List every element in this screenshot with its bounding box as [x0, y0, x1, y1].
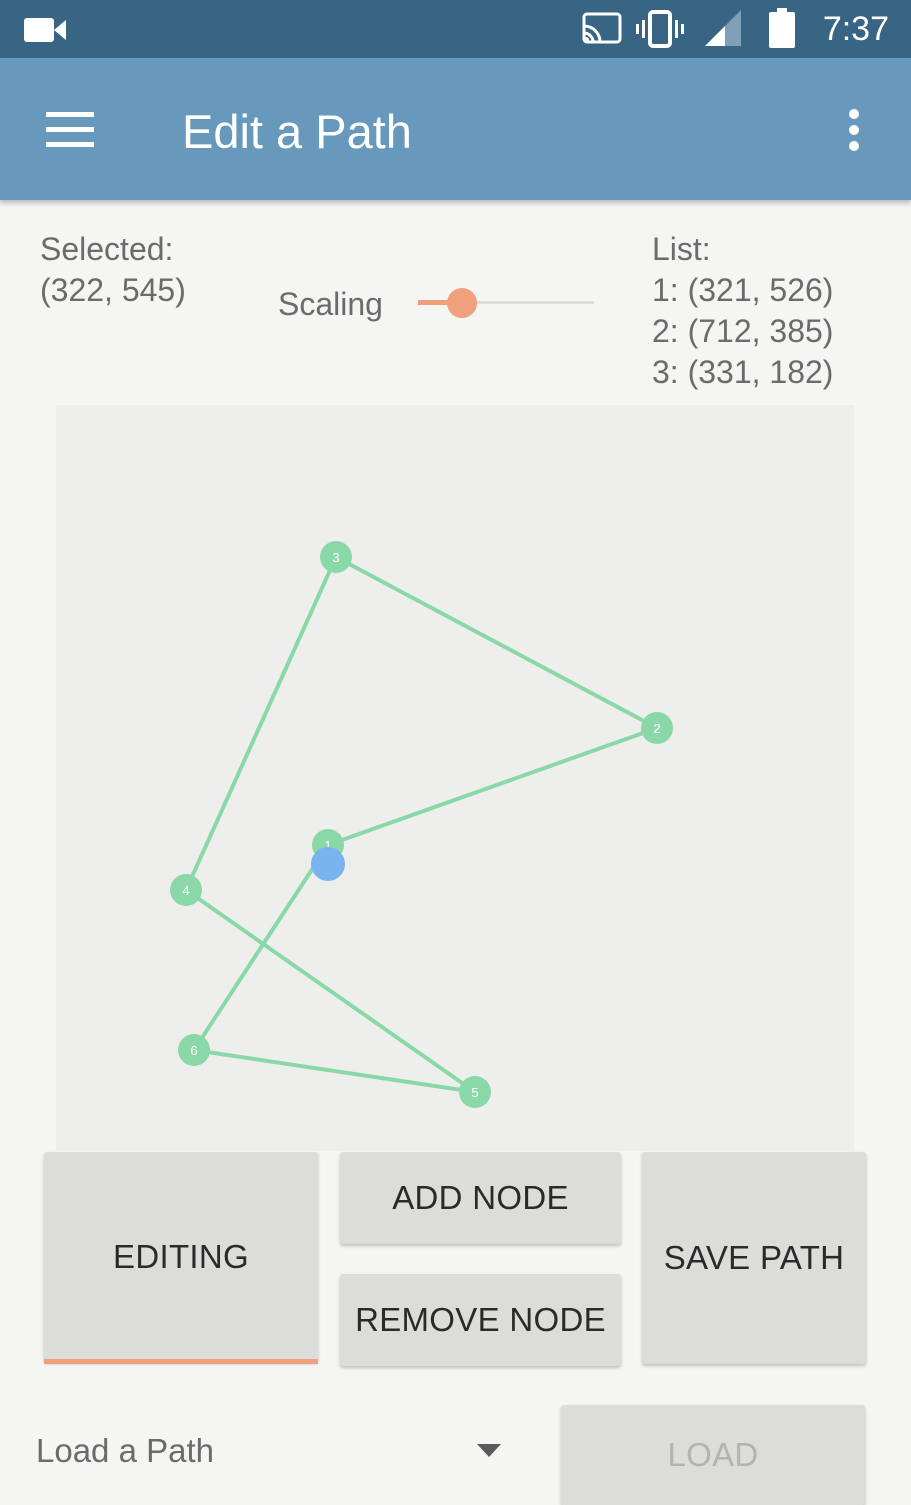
path-drawing[interactable]: 123456 — [56, 405, 854, 1151]
scaling-slider[interactable] — [418, 284, 594, 322]
selected-node-marker[interactable] — [311, 847, 345, 881]
path-node-label: 4 — [182, 883, 189, 898]
editing-label: EDITING — [113, 1238, 249, 1275]
cell-signal-icon — [705, 10, 741, 46]
page-title: Edit a Path — [182, 105, 412, 158]
selected-value: (322, 545) — [40, 272, 186, 308]
editing-button[interactable]: EDITING — [44, 1152, 318, 1362]
status-time: 7:37 — [822, 10, 889, 48]
node-list: List: 1: (321, 526) 2: (712, 385) 3: (33… — [652, 229, 833, 393]
path-node-label: 3 — [332, 550, 339, 565]
battery-icon — [769, 8, 795, 48]
add-node-button[interactable]: ADD NODE — [340, 1152, 621, 1244]
path-node-label: 6 — [190, 1043, 197, 1058]
add-node-label: ADD NODE — [392, 1179, 569, 1216]
video-camera-icon — [24, 18, 66, 42]
load-button[interactable]: LOAD — [561, 1405, 865, 1505]
app-bar — [0, 58, 911, 200]
list-item: 3: (331, 182) — [652, 354, 834, 390]
path-edge — [193, 1048, 476, 1094]
load-path-placeholder: Load a Path — [36, 1432, 214, 1469]
load-label: LOAD — [667, 1436, 759, 1473]
chevron-down-icon[interactable] — [477, 1444, 501, 1458]
list-item: 2: (712, 385) — [652, 313, 834, 349]
editing-active-indicator — [44, 1359, 318, 1364]
list-label: List: — [652, 231, 711, 267]
save-path-label: SAVE PATH — [663, 1239, 845, 1276]
vibrate-icon — [636, 10, 684, 48]
cast-icon — [582, 12, 622, 44]
path-edge — [184, 888, 477, 1094]
path-node-label: 2 — [653, 721, 660, 736]
scaling-label: Scaling — [278, 286, 383, 322]
remove-node-label: REMOVE NODE — [355, 1301, 606, 1338]
list-item: 1: (321, 526) — [652, 272, 834, 308]
selected-label: Selected: — [40, 231, 174, 267]
save-path-button[interactable]: SAVE PATH — [642, 1152, 866, 1364]
selected-info: Selected: (322, 545) — [40, 229, 186, 311]
path-edge — [335, 555, 658, 730]
slider-thumb[interactable] — [447, 288, 478, 318]
remove-node-button[interactable]: REMOVE NODE — [340, 1274, 621, 1366]
path-edge — [192, 843, 330, 1052]
more-vertical-icon[interactable] — [846, 108, 862, 152]
hamburger-menu-icon[interactable] — [46, 112, 94, 148]
path-canvas[interactable]: 123456 — [56, 405, 854, 1151]
path-edge — [327, 726, 658, 847]
status-bar: 7:37 — [0, 0, 911, 58]
path-node-label: 5 — [471, 1085, 478, 1100]
